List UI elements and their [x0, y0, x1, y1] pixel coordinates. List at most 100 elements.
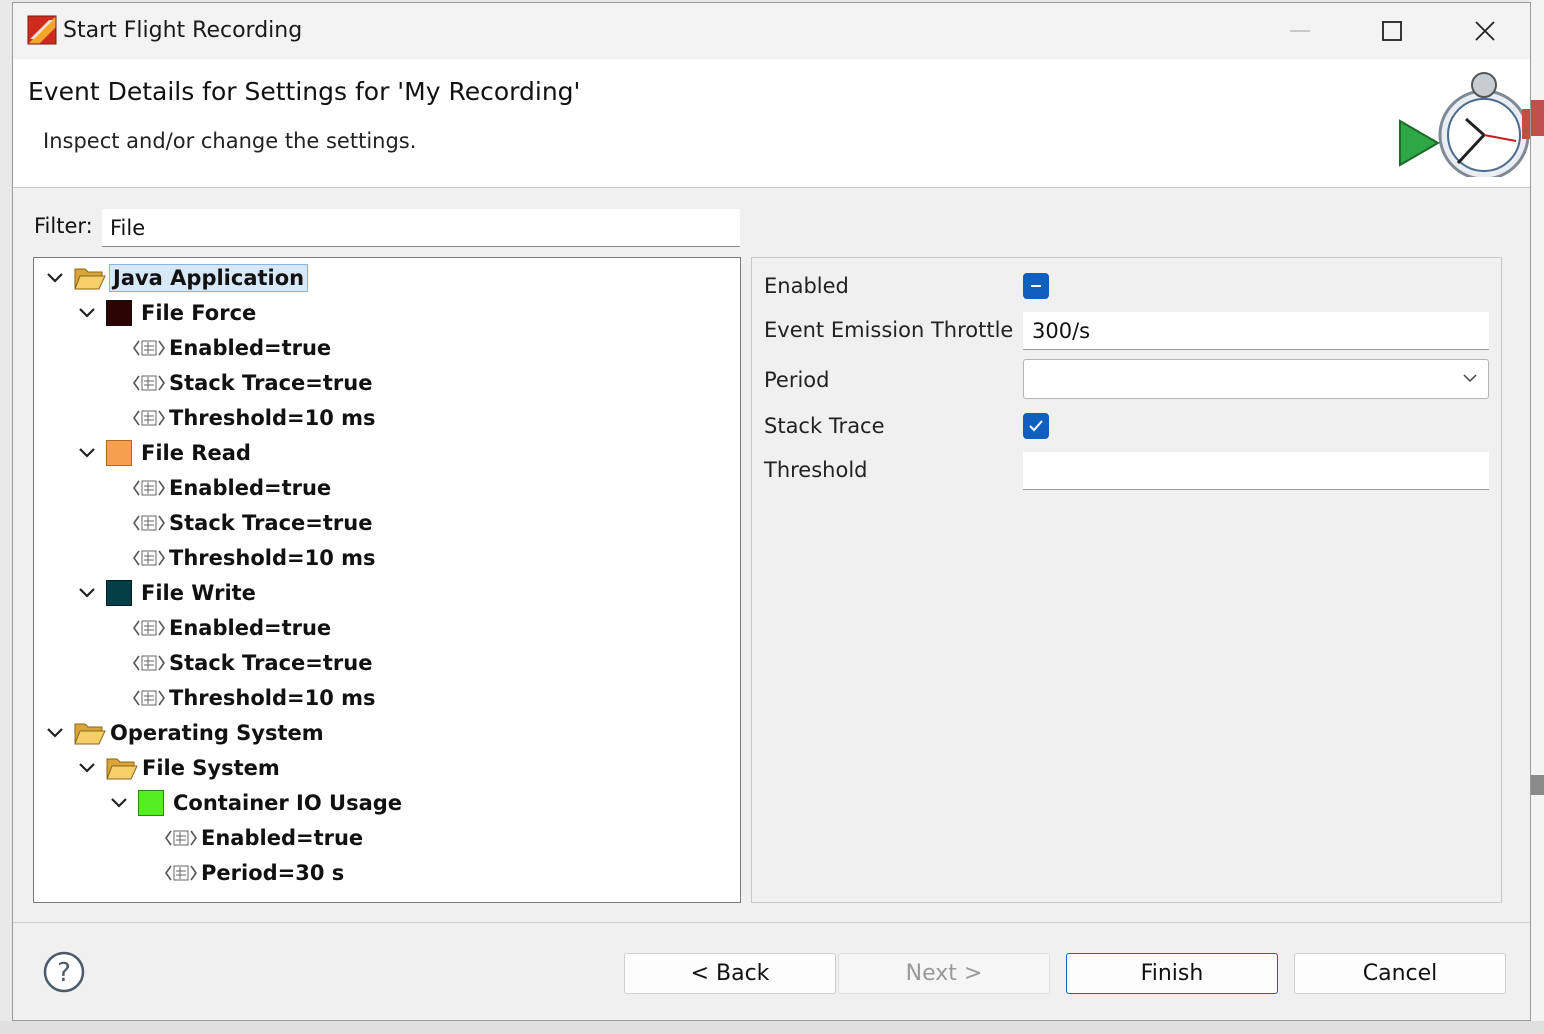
tree-node-file-system[interactable]: File System	[76, 751, 280, 784]
close-icon	[1475, 21, 1495, 41]
tree-label: Threshold=10 ms	[169, 545, 376, 570]
stack-trace-label: Stack Trace	[764, 414, 885, 438]
tree-label: File Read	[141, 440, 251, 465]
checkmark-icon	[1029, 420, 1043, 432]
chevron-down-icon[interactable]	[76, 582, 98, 604]
setting-attribute-icon	[133, 655, 165, 670]
footer-divider	[13, 922, 1530, 923]
tree-leaf-setting[interactable]: Stack Trace=true	[133, 366, 372, 399]
tree-label: Operating System	[110, 720, 324, 745]
start-flight-recording-dialog: Start Flight Recording Event Details for…	[12, 2, 1531, 1021]
background-bottom-edge	[0, 1021, 1544, 1034]
background-window-edge	[1531, 0, 1544, 1034]
stack-trace-checkbox[interactable]	[1023, 413, 1049, 439]
setting-attribute-icon	[133, 690, 165, 705]
period-label: Period	[764, 368, 830, 392]
tree-node-container-io-usage[interactable]: Container IO Usage	[108, 786, 402, 819]
tree-node-operating-system[interactable]: Operating System	[44, 716, 324, 749]
maximize-icon	[1382, 21, 1402, 41]
setting-attribute-icon	[133, 375, 165, 390]
setting-attribute-icon	[133, 515, 165, 530]
tree-leaf-setting[interactable]: Enabled=true	[165, 821, 363, 854]
wizard-header: Event Details for Settings for 'My Recor…	[13, 59, 1530, 188]
chevron-down-icon[interactable]	[44, 722, 66, 744]
event-color-swatch	[106, 299, 132, 326]
chevron-down-icon[interactable]	[76, 442, 98, 464]
tree-label: File System	[142, 755, 280, 780]
tree-leaf-setting[interactable]: Threshold=10 ms	[133, 541, 376, 574]
folder-open-icon	[74, 268, 106, 289]
event-color-swatch	[106, 439, 132, 466]
stopwatch-banner-icon	[1399, 72, 1530, 177]
background-gray-block	[1531, 775, 1544, 795]
svg-text:?: ?	[57, 958, 71, 988]
tree-label: Threshold=10 ms	[169, 405, 376, 430]
event-properties-panel: Enabled Event Emission Throttle Period S…	[751, 257, 1502, 903]
page-title: Event Details for Settings for 'My Recor…	[28, 77, 581, 106]
tree-leaf-setting[interactable]: Period=30 s	[165, 856, 344, 889]
flight-recorder-app-icon	[27, 15, 57, 45]
next-button[interactable]: Next >	[838, 953, 1050, 994]
window-title: Start Flight Recording	[63, 18, 303, 43]
tree-node-java-application[interactable]: Java Application	[44, 261, 309, 294]
tree-leaf-setting[interactable]: Enabled=true	[133, 611, 331, 644]
tree-label: Enabled=true	[169, 615, 332, 640]
event-emission-throttle-label: Event Emission Throttle	[764, 318, 1014, 342]
chevron-down-icon[interactable]	[76, 302, 98, 324]
tree-label: File Force	[141, 300, 257, 325]
indeterminate-icon	[1031, 285, 1041, 287]
tree-label: Container IO Usage	[173, 790, 403, 815]
enabled-checkbox[interactable]	[1023, 273, 1049, 299]
minimize-button[interactable]	[1271, 11, 1329, 51]
chevron-down-icon	[1463, 374, 1477, 383]
event-color-swatch	[106, 579, 132, 606]
tree-label: Enabled=true	[201, 825, 364, 850]
background-red-block	[1531, 100, 1544, 136]
tree-label: Java Application	[108, 263, 309, 292]
tree-node-file-read[interactable]: File Read	[76, 436, 251, 469]
threshold-label: Threshold	[764, 458, 868, 482]
title-bar: Start Flight Recording	[13, 3, 1530, 59]
folder-open-icon	[74, 723, 106, 744]
cancel-button[interactable]: Cancel	[1294, 953, 1506, 994]
tree-label: Stack Trace=true	[169, 370, 373, 395]
tree-label: File Write	[141, 580, 256, 605]
chevron-down-icon[interactable]	[108, 792, 130, 814]
period-dropdown[interactable]	[1023, 359, 1489, 399]
filter-label: Filter:	[34, 214, 93, 238]
event-color-swatch	[138, 789, 164, 816]
tree-leaf-setting[interactable]: Threshold=10 ms	[133, 401, 376, 434]
chevron-down-icon[interactable]	[44, 267, 66, 289]
filter-input[interactable]	[102, 209, 740, 247]
tree-leaf-setting[interactable]: Enabled=true	[133, 331, 331, 364]
setting-attribute-icon	[165, 865, 197, 880]
event-tree[interactable]: Java Application File Force Enabled=true…	[33, 257, 741, 903]
tree-label: Stack Trace=true	[169, 510, 373, 535]
event-emission-throttle-input[interactable]	[1023, 312, 1489, 350]
tree-leaf-setting[interactable]: Threshold=10 ms	[133, 681, 376, 714]
chevron-down-icon[interactable]	[76, 757, 98, 779]
maximize-button[interactable]	[1363, 11, 1421, 51]
tree-node-file-write[interactable]: File Write	[76, 576, 256, 609]
tree-leaf-setting[interactable]: Stack Trace=true	[133, 646, 372, 679]
close-button[interactable]	[1456, 11, 1514, 51]
page-subtitle: Inspect and/or change the settings.	[43, 129, 417, 153]
tree-label: Stack Trace=true	[169, 650, 373, 675]
tree-label: Enabled=true	[169, 335, 332, 360]
setting-attribute-icon	[133, 550, 165, 565]
finish-button[interactable]: Finish	[1066, 953, 1278, 994]
tree-leaf-setting[interactable]: Stack Trace=true	[133, 506, 372, 539]
tree-label: Enabled=true	[169, 475, 332, 500]
threshold-input[interactable]	[1023, 452, 1489, 490]
minimize-icon	[1290, 30, 1310, 32]
back-button[interactable]: < Back	[624, 953, 836, 994]
enabled-label: Enabled	[764, 274, 849, 298]
tree-label: Threshold=10 ms	[169, 685, 376, 710]
setting-attribute-icon	[133, 480, 165, 495]
help-icon[interactable]: ?	[43, 951, 85, 993]
tree-node-file-force[interactable]: File Force	[76, 296, 256, 329]
setting-attribute-icon	[133, 620, 165, 635]
folder-open-icon	[106, 758, 138, 779]
tree-label: Period=30 s	[201, 860, 345, 885]
tree-leaf-setting[interactable]: Enabled=true	[133, 471, 331, 504]
